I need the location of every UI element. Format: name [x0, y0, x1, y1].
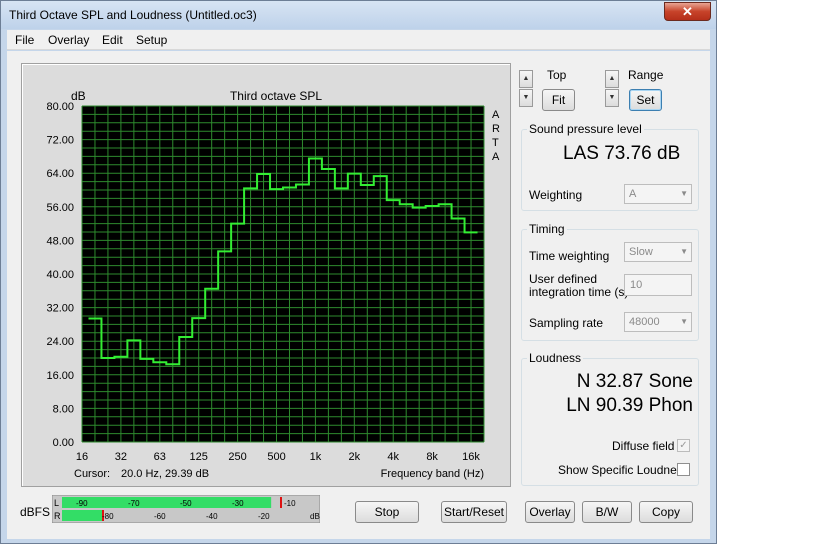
- diffuse-field-label: Diffuse field: [612, 439, 675, 453]
- copy-button[interactable]: Copy: [639, 501, 693, 523]
- x-tick-label: 16: [76, 451, 88, 463]
- brand-letter: A: [492, 109, 500, 121]
- x-tick-label: 500: [267, 451, 285, 463]
- right-channel-label: R: [54, 511, 61, 521]
- overlay-button[interactable]: Overlay: [525, 501, 575, 523]
- chart-title: Third octave SPL: [230, 89, 322, 103]
- x-axis-caption: Frequency band (Hz): [381, 468, 484, 480]
- x-tick-label: 16k: [462, 451, 480, 463]
- specific-loudness-checkbox[interactable]: [677, 463, 690, 476]
- y-tick-label: 8.00: [53, 403, 74, 415]
- weighting-label: Weighting: [529, 188, 583, 202]
- x-tick-label: 32: [115, 451, 127, 463]
- chevron-down-icon: ▼: [680, 247, 688, 256]
- y-tick-label: 72.00: [46, 135, 74, 147]
- weighting-value: A: [629, 188, 637, 200]
- top-label: Top: [547, 68, 567, 82]
- user-defined-label-line1: User defined: [529, 272, 598, 286]
- menu-overlay[interactable]: Overlay: [48, 33, 89, 47]
- weighting-select[interactable]: A ▼: [624, 184, 692, 204]
- menu-edit[interactable]: Edit: [102, 33, 123, 47]
- x-tick-label: 2k: [349, 451, 361, 463]
- meter-tick-label: dB: [310, 512, 320, 521]
- meter-tick-label: -20: [258, 512, 270, 521]
- set-button[interactable]: Set: [629, 89, 662, 111]
- diffuse-field-checkbox[interactable]: ✓: [677, 439, 690, 452]
- y-unit-label: dB: [71, 89, 86, 103]
- left-peak-marker: [280, 497, 282, 508]
- integration-time-input[interactable]: 10: [624, 274, 692, 296]
- fit-button[interactable]: Fit: [542, 89, 575, 111]
- time-weighting-label: Time weighting: [529, 249, 610, 263]
- stop-button[interactable]: Stop: [355, 501, 419, 523]
- x-tick-label: 250: [228, 451, 246, 463]
- sampling-rate-value: 48000: [629, 316, 660, 328]
- y-tick-label: 40.00: [46, 269, 74, 281]
- brand-letter: A: [492, 151, 500, 163]
- meter-tick-label: -10: [284, 499, 296, 508]
- chevron-down-icon: ▼: [680, 317, 688, 326]
- bw-button[interactable]: B/W: [582, 501, 632, 523]
- spl-group-title: Sound pressure level: [527, 122, 644, 136]
- meter-tick-label: -30: [232, 499, 244, 508]
- cursor-label: Cursor:: [74, 468, 110, 480]
- x-tick-label: 4k: [387, 451, 399, 463]
- y-tick-label: 48.00: [46, 235, 74, 247]
- brand-letter: T: [492, 137, 499, 149]
- range-label: Range: [628, 68, 664, 82]
- meter-label: dBFS: [20, 505, 51, 519]
- top-down-spin[interactable]: ▼: [519, 89, 533, 107]
- menu-file[interactable]: File: [15, 33, 34, 47]
- plot-panel: 80.00 72.00 64.00 56.00 48.00 40.00 32.00 24.00…: [21, 63, 511, 487]
- y-tick-label: 24.00: [46, 336, 74, 348]
- close-icon[interactable]: ✕: [664, 2, 711, 21]
- y-tick-label: 0.00: [53, 437, 74, 449]
- menu-setup[interactable]: Setup: [136, 33, 167, 47]
- timing-group-title: Timing: [527, 222, 567, 236]
- range-down-spin[interactable]: ▼: [605, 89, 619, 107]
- menu-bar: File Overlay Edit Setup: [7, 30, 710, 50]
- loudness-sone-value: N 32.87 Sone: [576, 371, 693, 392]
- x-tick-label: 125: [190, 451, 208, 463]
- level-meter: L R -90-70-50-30-10dB -80-60-40-20dB: [52, 495, 320, 523]
- brand-letter: R: [492, 123, 500, 135]
- left-channel-label: L: [54, 498, 59, 508]
- y-tick-label: 80.00: [46, 101, 74, 113]
- y-tick-label: 64.00: [46, 168, 74, 180]
- cursor-value: 20.0 Hz, 29.39 dB: [121, 468, 209, 480]
- sampling-rate-select[interactable]: 48000 ▼: [624, 312, 692, 332]
- range-up-spin[interactable]: ▲: [605, 70, 619, 88]
- y-tick-label: 16.00: [46, 370, 74, 382]
- x-tick-label: 1k: [310, 451, 322, 463]
- right-level-bar: [62, 510, 103, 521]
- loudness-phon-value: LN 90.39 Phon: [566, 395, 693, 416]
- title-bar[interactable]: Third Octave SPL and Loudness (Untitled.…: [1, 1, 716, 29]
- chevron-down-icon: ▼: [680, 189, 688, 198]
- x-tick-label: 8k: [426, 451, 438, 463]
- time-weighting-value: Slow: [629, 246, 653, 258]
- meter-tick-label: -40: [206, 512, 218, 521]
- client-area: 80.00 72.00 64.00 56.00 48.00 40.00 32.00 24.00…: [7, 51, 710, 539]
- y-tick-label: 56.00: [46, 202, 74, 214]
- sampling-rate-label: Sampling rate: [529, 316, 604, 330]
- specific-loudness-label: Show Specific Loudness: [558, 463, 689, 477]
- meter-tick-label: -70: [128, 499, 140, 508]
- spl-value: LAS 73.76 dB: [563, 143, 681, 164]
- x-tick-label: 63: [154, 451, 166, 463]
- main-window: Third Octave SPL and Loudness (Untitled.…: [0, 0, 717, 544]
- meter-tick-label: -60: [154, 512, 166, 521]
- start-reset-button[interactable]: Start/Reset: [441, 501, 507, 523]
- time-weighting-select[interactable]: Slow ▼: [624, 242, 692, 262]
- loudness-group-title: Loudness: [527, 351, 584, 365]
- meter-tick-label: -90: [76, 499, 88, 508]
- user-defined-label-line2: integration time (s): [529, 285, 629, 299]
- top-up-spin[interactable]: ▲: [519, 70, 533, 88]
- meter-tick-label: -80: [102, 512, 114, 521]
- meter-tick-label: -50: [180, 499, 192, 508]
- spl-chart[interactable]: 80.00 72.00 64.00 56.00 48.00 40.00 32.00 24.00…: [22, 64, 510, 486]
- y-tick-label: 32.00: [46, 303, 74, 315]
- window-title: Third Octave SPL and Loudness (Untitled.…: [9, 8, 257, 22]
